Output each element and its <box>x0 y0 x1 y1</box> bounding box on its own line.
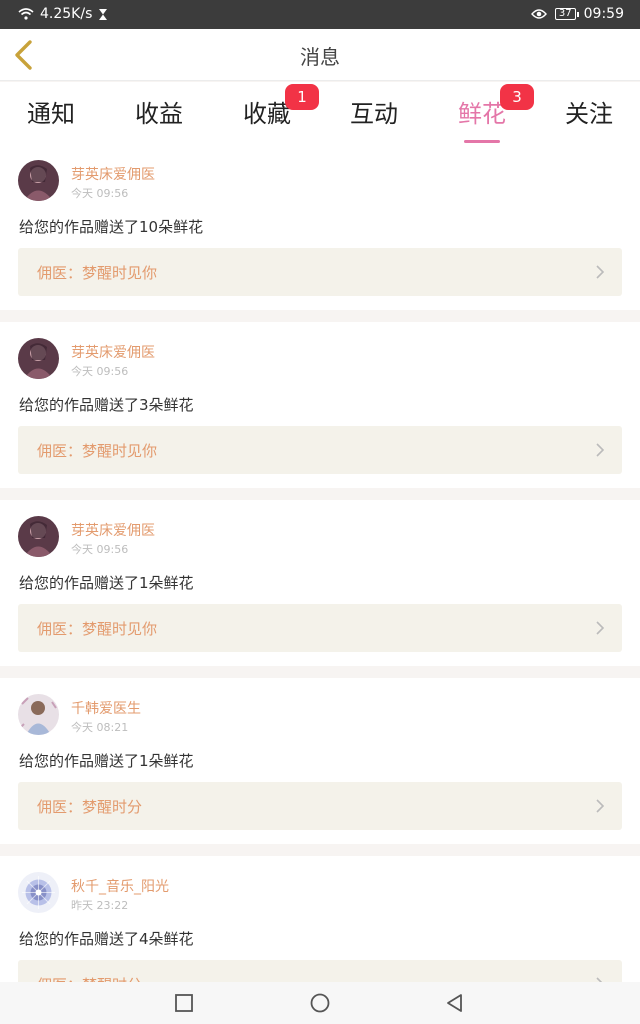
eye-icon <box>530 9 547 19</box>
tab-label: 互动 <box>350 100 398 128</box>
tab-following[interactable]: 关注 <box>549 94 629 129</box>
back-triangle-icon[interactable] <box>444 992 466 1014</box>
tab-notifications[interactable]: 通知 <box>11 94 91 129</box>
tab-favorites[interactable]: 收藏 1 <box>227 84 319 129</box>
message-list[interactable]: 芽英床爱佣医 今天 09:56 给您的作品赠送了10朵鲜花 佣医：梦醒时见你 芽… <box>0 144 640 982</box>
tab-interactions[interactable]: 互动 <box>334 94 414 129</box>
top-bar: 消息 <box>0 29 640 81</box>
chevron-right-icon <box>596 977 603 982</box>
avatar[interactable] <box>18 516 59 557</box>
timestamp: 今天 09:56 <box>71 365 129 378</box>
network-speed: 4.25K/s <box>40 6 93 22</box>
work-link[interactable]: 佣医：梦醒时见你 <box>18 604 622 652</box>
username[interactable]: 芽英床爱佣医 <box>71 342 155 362</box>
tab-flowers[interactable]: 鲜花 3 <box>442 84 534 143</box>
recent-apps-square-icon[interactable] <box>173 992 195 1014</box>
hourglass-icon <box>99 8 108 20</box>
work-title: 佣医：梦醒时分 <box>37 798 143 816</box>
battery-indicator: 37 <box>554 8 579 20</box>
system-nav-bar <box>0 982 640 1024</box>
tab-label: 关注 <box>565 100 613 128</box>
chevron-right-icon <box>596 799 605 813</box>
wifi-icon <box>18 8 34 20</box>
avatar[interactable] <box>18 694 59 735</box>
tab-label: 收藏 <box>243 100 291 128</box>
avatar[interactable] <box>18 872 59 913</box>
username[interactable]: 芽英床爱佣医 <box>71 164 155 184</box>
message-text: 给您的作品赠送了4朵鲜花 <box>19 930 194 948</box>
timestamp: 今天 09:56 <box>71 543 129 556</box>
status-bar: 4.25K/s 37 09:59 <box>0 0 640 29</box>
tab-label: 通知 <box>27 100 75 128</box>
work-title: 佣医：梦醒时分 <box>37 974 142 982</box>
flower-message-card: 秋千_音乐_阳光 昨天 23:22 给您的作品赠送了4朵鲜花 佣医：梦醒时分 <box>0 856 640 982</box>
work-title: 佣医：梦醒时见你 <box>37 620 158 638</box>
work-link[interactable]: 佣医：梦醒时分 <box>18 782 622 830</box>
page-title: 消息 <box>300 45 340 69</box>
home-circle-icon[interactable] <box>309 992 331 1014</box>
message-text: 给您的作品赠送了3朵鲜花 <box>19 396 194 414</box>
flower-message-card: 芽英床爱佣医 今天 09:56 给您的作品赠送了3朵鲜花 佣医：梦醒时见你 <box>0 322 640 488</box>
message-tabs: 通知 收益 收藏 1 互动 鲜花 3 关注 <box>0 82 640 144</box>
username[interactable]: 芽英床爱佣医 <box>71 520 155 540</box>
tab-label: 收益 <box>135 100 183 128</box>
chevron-right-icon <box>596 621 605 635</box>
timestamp: 昨天 23:22 <box>71 899 129 912</box>
message-text: 给您的作品赠送了1朵鲜花 <box>19 574 194 592</box>
work-link[interactable]: 佣医：梦醒时见你 <box>18 426 622 474</box>
clock: 09:59 <box>583 6 624 22</box>
flower-message-card: 芽英床爱佣医 今天 09:56 给您的作品赠送了1朵鲜花 佣医：梦醒时见你 <box>0 500 640 666</box>
timestamp: 今天 09:56 <box>71 187 129 200</box>
work-link[interactable]: 佣医：梦醒时见你 <box>18 248 622 296</box>
flower-message-card: 千韩爱医生 今天 08:21 给您的作品赠送了1朵鲜花 佣医：梦醒时分 <box>0 678 640 844</box>
work-title: 佣医：梦醒时见你 <box>37 264 158 282</box>
flower-message-card: 芽英床爱佣医 今天 09:56 给您的作品赠送了10朵鲜花 佣医：梦醒时见你 <box>0 144 640 310</box>
active-tab-indicator <box>464 140 500 143</box>
work-link[interactable]: 佣医：梦醒时分 <box>18 960 622 982</box>
unread-badge: 3 <box>500 84 534 110</box>
avatar[interactable] <box>18 338 59 379</box>
tab-label: 鲜花 <box>458 100 506 128</box>
unread-badge: 1 <box>285 84 319 110</box>
avatar[interactable] <box>18 160 59 201</box>
timestamp: 今天 08:21 <box>71 721 129 734</box>
tab-earnings[interactable]: 收益 <box>119 94 199 129</box>
work-title: 佣医：梦醒时见你 <box>37 442 158 460</box>
message-text: 给您的作品赠送了1朵鲜花 <box>19 752 194 770</box>
chevron-right-icon <box>596 265 605 279</box>
chevron-right-icon <box>596 443 605 457</box>
username[interactable]: 秋千_音乐_阳光 <box>71 876 169 896</box>
message-text: 给您的作品赠送了10朵鲜花 <box>19 218 204 236</box>
username[interactable]: 千韩爱医生 <box>71 698 141 718</box>
